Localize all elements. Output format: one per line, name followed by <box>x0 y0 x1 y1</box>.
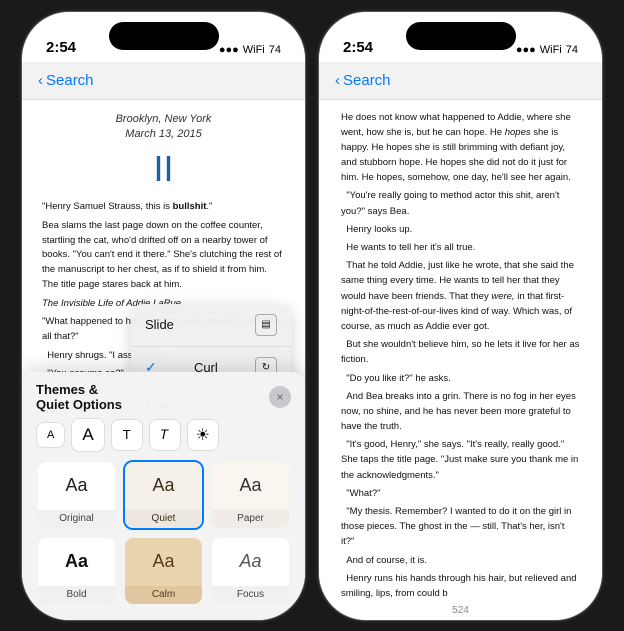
themes-header: Themes & Quiet Options × <box>36 382 291 412</box>
left-status-bar: 2:54 ●●● WiFi 74 <box>22 12 305 62</box>
theme-calm-card[interactable]: Aa Calm <box>123 536 204 606</box>
right-para-2: "You're really going to method actor thi… <box>341 188 580 218</box>
theme-bold-card[interactable]: Aa Bold <box>36 536 117 606</box>
theme-original-card[interactable]: Aa Original <box>36 460 117 530</box>
wifi-icon: WiFi <box>243 44 265 56</box>
right-para-1: He does not know what happened to Addie,… <box>341 110 580 186</box>
paragraph-1: "Henry Samuel Strauss, this is bullshit.… <box>42 200 285 215</box>
themes-panel: Themes & Quiet Options × A A T 𝑇 ☀ <box>22 372 305 620</box>
themes-close-button[interactable]: × <box>269 386 291 408</box>
theme-quiet-card[interactable]: Aa Quiet <box>123 460 204 530</box>
right-para-5: That he told Addie, just like he wrote, … <box>341 258 580 334</box>
right-chevron-left-icon: ‹ <box>335 72 340 89</box>
theme-focus-card[interactable]: Aa Focus <box>210 536 291 606</box>
slide-icon: ▤ <box>255 314 277 336</box>
battery-icon: 74 <box>269 44 281 56</box>
right-para-4: He wants to tell her it's all true. <box>341 240 580 255</box>
book-header: Brooklyn, New YorkMarch 13, 2015 II <box>42 112 285 191</box>
theme-bold-label: Bold <box>38 586 115 604</box>
slide-option[interactable]: Slide ▤ <box>131 304 291 347</box>
right-para-11: "My thesis. Remember? I wanted to do it … <box>341 504 580 550</box>
right-para-13: Henry runs his hands through his hair, b… <box>341 571 580 601</box>
right-back-button[interactable]: ‹ Search <box>335 72 391 89</box>
right-para-9: "It's good, Henry," she says. "It's real… <box>341 437 580 483</box>
font-decrease-button[interactable]: A <box>36 422 65 448</box>
font-increase-button[interactable]: A <box>71 418 104 452</box>
themes-title: Themes & Quiet Options <box>36 382 122 412</box>
right-wifi-icon: WiFi <box>540 44 562 56</box>
right-status-icons: ●●● WiFi 74 <box>516 44 578 56</box>
right-content-area: He does not know what happened to Addie,… <box>319 100 602 620</box>
theme-calm-preview: Aa <box>125 538 202 586</box>
theme-quiet-preview: Aa <box>125 462 202 510</box>
right-book-text: He does not know what happened to Addie,… <box>341 110 580 601</box>
theme-focus-preview: Aa <box>212 538 289 586</box>
right-book-content: He does not know what happened to Addie,… <box>319 100 602 601</box>
theme-paper-preview: Aa <box>212 462 289 510</box>
theme-focus-label: Focus <box>212 586 289 604</box>
right-status-bar: 2:54 ●●● WiFi 74 <box>319 12 602 62</box>
theme-quiet-label: Quiet <box>125 510 202 528</box>
right-para-6: But she wouldn't believe him, so he lets… <box>341 337 580 367</box>
page-number: 524 <box>319 601 602 620</box>
book-location: Brooklyn, New YorkMarch 13, 2015 <box>42 112 285 143</box>
left-nav-bar: ‹ Search <box>22 62 305 100</box>
left-content-area: Brooklyn, New YorkMarch 13, 2015 II "Hen… <box>22 100 305 620</box>
right-nav-bar: ‹ Search <box>319 62 602 100</box>
font-controls: A A T 𝑇 ☀ <box>36 418 291 452</box>
right-para-7: "Do you like it?" he asks. <box>341 371 580 386</box>
chapter-number: II <box>42 148 285 190</box>
chevron-left-icon: ‹ <box>38 72 43 89</box>
theme-paper-card[interactable]: Aa Paper <box>210 460 291 530</box>
font-style-button[interactable]: 𝑇 <box>149 419 181 451</box>
theme-original-preview: Aa <box>38 462 115 510</box>
right-para-8: And Bea breaks into a grin. There is no … <box>341 389 580 435</box>
left-back-button[interactable]: ‹ Search <box>38 72 94 89</box>
brightness-button[interactable]: ☀ <box>187 419 219 451</box>
theme-original-label: Original <box>38 510 115 528</box>
right-para-12: And of course, it is. <box>341 553 580 568</box>
right-para-10: "What?" <box>341 486 580 501</box>
themes-grid: Aa Original Aa Quiet Aa Paper Aa <box>36 460 291 606</box>
font-type-button[interactable]: T <box>111 419 143 451</box>
slide-label: Slide <box>145 317 174 332</box>
left-status-icons: ●●● WiFi 74 <box>219 44 281 56</box>
theme-paper-label: Paper <box>212 510 289 528</box>
right-para-3: Henry looks up. <box>341 222 580 237</box>
phones-container: 2:54 ●●● WiFi 74 ‹ Search Br <box>21 11 603 621</box>
left-phone: 2:54 ●●● WiFi 74 ‹ Search Br <box>21 11 306 621</box>
theme-bold-preview: Aa <box>38 538 115 586</box>
paragraph-2: Bea slams the last page down on the coff… <box>42 219 285 293</box>
signal-icon: ●●● <box>219 44 239 56</box>
left-status-time: 2:54 <box>46 39 76 56</box>
right-phone: 2:54 ●●● WiFi 74 ‹ Search He <box>318 11 603 621</box>
right-signal-icon: ●●● <box>516 44 536 56</box>
theme-calm-label: Calm <box>125 586 202 604</box>
right-battery-indicator: 74 <box>566 44 578 56</box>
right-status-time: 2:54 <box>343 39 373 56</box>
